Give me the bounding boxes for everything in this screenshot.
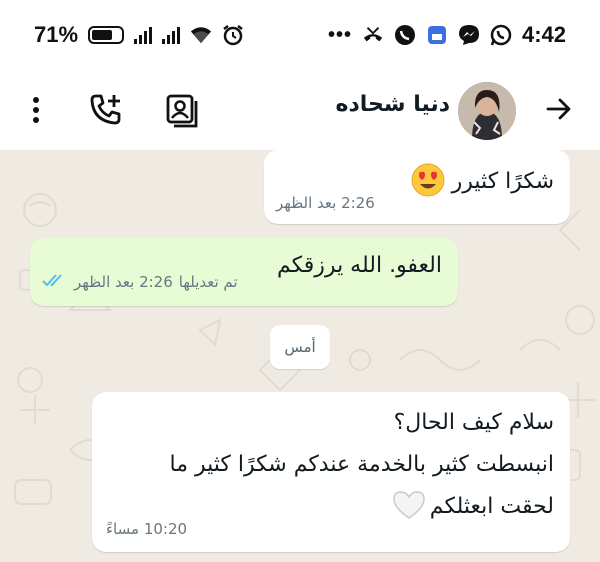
message-line: سلام كيف الحال؟: [393, 410, 554, 435]
edited-label: تم تعديلها: [178, 273, 238, 291]
message-time: 2:26 بعد الظهر: [276, 194, 375, 212]
date-divider: أمس: [270, 325, 330, 369]
signal-icon: [134, 26, 153, 44]
battery-percentage: 71%: [34, 22, 79, 47]
message-line: انبسطت كثير بالخدمة عندكم شكرًا كثير ما: [169, 452, 555, 477]
message-text: العفو. الله يرزقكم: [277, 253, 442, 278]
status-bar-left: 71%: [34, 22, 244, 48]
outgoing-message[interactable]: العفو. الله يرزقكم تم تعديلها 2:26 بعد ا…: [30, 238, 458, 306]
missed-call-icon: [362, 24, 384, 46]
incoming-message[interactable]: شكرًا كثيرر 2:26 بعد الظهر: [264, 150, 570, 224]
message-time: 10:20 مساءً: [106, 520, 188, 538]
chat-header: دنيا شحاده: [0, 70, 600, 150]
add-call-icon[interactable]: [86, 90, 126, 130]
messenger-icon: [458, 24, 480, 46]
wifi-icon: [190, 24, 212, 46]
message-line: لحقت ابعثلكم: [429, 494, 554, 519]
viber-icon: [394, 24, 416, 46]
status-bar: 71% ••• 4:42: [0, 0, 600, 70]
incoming-message[interactable]: سلام كيف الحال؟ انبسطت كثير بالخدمة عندك…: [92, 392, 570, 552]
signal-icon-2: [162, 26, 181, 44]
back-arrow-icon[interactable]: [544, 94, 574, 124]
alarm-icon: [222, 24, 244, 46]
contact-card-icon[interactable]: [162, 90, 202, 130]
status-bar-right: ••• 4:42: [328, 22, 566, 48]
message-text: شكرًا كثيرر: [451, 169, 554, 195]
app-notification-icon: [426, 24, 448, 46]
whatsapp-icon: [490, 24, 512, 46]
date-divider-label: أمس: [284, 338, 316, 356]
contact-avatar[interactable]: [458, 82, 516, 140]
white-heart-emoji-icon: [392, 490, 426, 524]
clock: 4:42: [521, 22, 566, 47]
contact-name[interactable]: دنيا شحاده: [336, 92, 450, 117]
more-notifications-icon: •••: [327, 23, 352, 46]
heart-eyes-emoji-icon: [410, 162, 446, 202]
message-time: 2:26 بعد الظهر: [74, 273, 173, 291]
battery-icon: [88, 26, 125, 44]
read-receipt-icon: [42, 272, 68, 292]
more-options-icon[interactable]: [22, 92, 50, 128]
